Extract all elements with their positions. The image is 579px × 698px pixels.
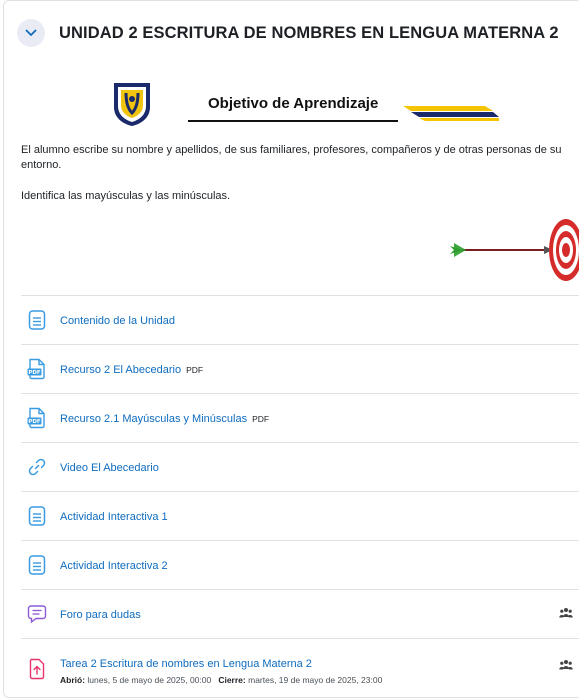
chevron-down-icon xyxy=(25,29,37,36)
section-header: UNIDAD 2 ESCRITURA DE NOMBRES EN LENGUA … xyxy=(17,19,559,47)
activity-link[interactable]: Foro para dudas xyxy=(60,609,141,621)
page-icon xyxy=(26,554,48,576)
activity-link[interactable]: Actividad Interactiva 2 xyxy=(60,560,168,572)
decorative-stripes xyxy=(403,106,499,121)
page-icon xyxy=(26,309,48,331)
school-crest-logo xyxy=(114,83,150,126)
activity-item-interactiva-1: Actividad Interactiva 1 xyxy=(21,491,579,540)
activity-link[interactable]: Tarea 2 Escritura de nombres en Lengua M… xyxy=(60,658,312,670)
resource-type-badge: PDF xyxy=(186,365,204,375)
closes-date: martes, 19 de mayo de 2025, 23:00 xyxy=(248,674,383,685)
activity-item-recurso-2: PDF Recurso 2 El Abecedario PDF xyxy=(21,344,579,393)
link-icon xyxy=(26,456,48,478)
activity-item-tarea-2: Tarea 2 Escritura de nombres en Lengua M… xyxy=(21,638,579,698)
page-icon xyxy=(26,505,48,527)
pdf-icon: PDF xyxy=(26,407,48,429)
objective-description-secondary: Identifica las mayúsculas y las minúscul… xyxy=(21,190,231,202)
section-title: UNIDAD 2 ESCRITURA DE NOMBRES EN LENGUA … xyxy=(59,23,559,42)
objective-title: Objetivo de Aprendizaje xyxy=(208,95,379,112)
activity-link[interactable]: Video El Abecedario xyxy=(60,462,159,474)
activity-link[interactable]: Recurso 2 El Abecedario xyxy=(60,364,181,376)
activity-item-interactiva-2: Actividad Interactiva 2 xyxy=(21,540,579,589)
group-icon xyxy=(559,608,573,618)
closes-label: Cierre: xyxy=(218,674,246,685)
opened-date: lunes, 5 de mayo de 2025, 00:00 xyxy=(87,674,212,685)
svg-text:PDF: PDF xyxy=(28,419,41,425)
arrow-target-illustration xyxy=(450,219,579,281)
activity-link[interactable]: Contenido de la Unidad xyxy=(60,315,175,327)
activity-item-contenido: Contenido de la Unidad xyxy=(21,295,579,344)
group-icon xyxy=(559,660,573,670)
forum-icon xyxy=(26,603,48,625)
resource-type-badge: PDF xyxy=(252,414,270,424)
activity-item-recurso-2-1: PDF Recurso 2.1 Mayúsculas y Minúsculas P… xyxy=(21,393,579,442)
activity-dates: Abrió: lunes, 5 de mayo de 2025, 00:00 C… xyxy=(60,675,382,685)
course-section-card: UNIDAD 2 ESCRITURA DE NOMBRES EN LENGUA … xyxy=(3,0,579,698)
objective-underline xyxy=(188,120,398,122)
activity-link[interactable]: Actividad Interactiva 1 xyxy=(60,511,168,523)
pdf-icon: PDF xyxy=(26,358,48,380)
objective-description: El alumno escribe su nombre y apellidos,… xyxy=(21,144,562,171)
activity-link[interactable]: Recurso 2.1 Mayúsculas y Minúsculas xyxy=(60,413,247,425)
activity-item-video: Video El Abecedario xyxy=(21,442,579,491)
activity-item-foro: Foro para dudas xyxy=(21,589,579,638)
objective-banner: Objetivo de Aprendizaje xyxy=(104,81,504,131)
svg-text:PDF: PDF xyxy=(28,370,41,376)
assign-icon xyxy=(26,658,48,680)
opened-label: Abrió: xyxy=(60,674,86,685)
section-collapse-toggle[interactable] xyxy=(17,19,45,47)
